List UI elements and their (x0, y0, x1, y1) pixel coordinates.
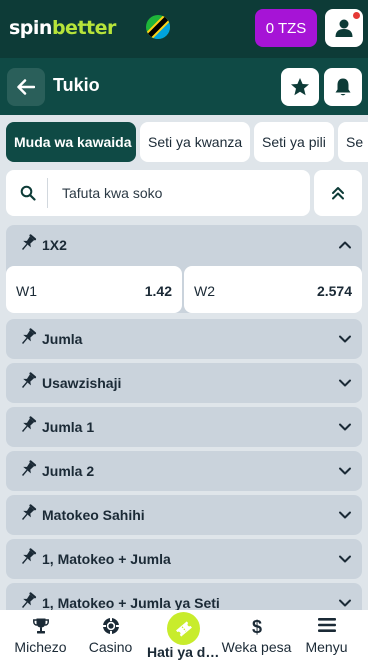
markets-list: 1X2 W1 1.42 W2 2.574 Jumla Usawzishaji J… (6, 225, 362, 610)
pin-icon[interactable] (18, 503, 38, 523)
pin-icon[interactable] (18, 233, 38, 253)
collapse-all-button[interactable] (314, 170, 362, 216)
chevron-down-icon (339, 423, 351, 431)
odd-button-w2[interactable]: W2 2.574 (184, 266, 362, 313)
market-header[interactable]: 1X2 (6, 225, 362, 265)
nav-hati-ya-dau[interactable]: Hati ya dau (147, 610, 220, 660)
search-input[interactable] (62, 182, 302, 204)
chevron-up-icon (339, 241, 351, 249)
notification-dot (353, 12, 360, 19)
nav-label: Menyu (305, 639, 348, 655)
ticket-icon (175, 620, 192, 637)
user-icon (335, 19, 353, 37)
nav-menyu[interactable]: Menyu (290, 610, 363, 660)
market-name: Usawzishaji (42, 375, 122, 391)
tab-regular-time[interactable]: Muda wa kawaida (6, 122, 136, 162)
dollar-icon: $ (251, 617, 261, 637)
tab-first-set[interactable]: Seti ya kwanza (140, 122, 250, 162)
svg-text:$: $ (251, 617, 261, 637)
bottom-nav: Michezo Casino Hati ya dau $ Weka pesa M… (0, 610, 368, 660)
nav-label: Weka pesa (221, 639, 292, 655)
market-name: Jumla 1 (42, 419, 95, 435)
tab-third-set[interactable]: Se (338, 122, 368, 162)
star-icon (291, 78, 309, 96)
market-result-total-sets[interactable]: 1, Matokeo + Jumla ya Seti (6, 583, 362, 610)
market-name: Jumla 2 (42, 463, 95, 479)
search-icon (20, 185, 36, 201)
odd-label: W2 (194, 283, 215, 299)
market-1x2: 1X2 W1 1.42 W2 2.574 (6, 225, 362, 313)
spinbetter-logo[interactable]: spinbetter (9, 17, 116, 39)
trophy-icon (32, 618, 49, 634)
market-jumla[interactable]: Jumla (6, 319, 362, 359)
top-bar: spinbetter 0 TZS (0, 0, 368, 58)
pin-icon[interactable] (18, 547, 38, 567)
double-chevron-up-icon (332, 187, 344, 200)
nav-label: Casino (88, 639, 133, 655)
chevron-down-icon (339, 467, 351, 475)
market-name: Matokeo Sahihi (42, 507, 145, 523)
odd-value: 2.574 (316, 283, 352, 299)
market-search (6, 170, 310, 216)
market-jumla-1[interactable]: Jumla 1 (6, 407, 362, 447)
pin-icon[interactable] (18, 415, 38, 435)
chevron-down-icon (339, 379, 351, 387)
market-usawzishaji[interactable]: Usawzishaji (6, 363, 362, 403)
pin-icon[interactable] (18, 591, 38, 610)
nav-michezo[interactable]: Michezo (4, 610, 77, 660)
arrow-left-icon (17, 79, 35, 95)
back-button[interactable] (7, 68, 45, 106)
market-jumla-2[interactable]: Jumla 2 (6, 451, 362, 491)
chevron-down-icon (339, 335, 351, 343)
odd-value: 1.42 (144, 283, 172, 299)
market-matokeo-sahihi[interactable]: Matokeo Sahihi (6, 495, 362, 535)
odd-label: W1 (16, 283, 37, 299)
pin-icon[interactable] (18, 459, 38, 479)
pin-icon[interactable] (18, 327, 38, 347)
search-divider (47, 178, 48, 208)
nav-label: Michezo (14, 639, 67, 655)
logo-better-text: better (51, 17, 116, 39)
menu-icon (317, 618, 336, 632)
nav-casino[interactable]: Casino (74, 610, 147, 660)
nav-weka-pesa[interactable]: $ Weka pesa (220, 610, 293, 660)
pin-icon[interactable] (18, 371, 38, 391)
bet-slip-badge (167, 612, 200, 645)
favorite-button[interactable] (281, 68, 319, 106)
chevron-down-icon (339, 599, 351, 607)
market-name: 1X2 (42, 237, 67, 253)
page-title: Tukio (53, 75, 100, 95)
market-name: 1, Matokeo + Jumla ya Seti (42, 595, 220, 610)
event-header: Tukio (0, 58, 368, 115)
logo-spin-text: spin (9, 17, 52, 39)
period-tabs: Muda wa kawaida Seti ya kwanza Seti ya p… (6, 122, 368, 162)
balance-button[interactable]: 0 TZS (255, 9, 317, 47)
odd-button-w1[interactable]: W1 1.42 (6, 266, 182, 313)
market-name: 1, Matokeo + Jumla (42, 551, 171, 567)
tab-second-set[interactable]: Seti ya pili (254, 122, 334, 162)
profile-button[interactable] (325, 9, 363, 47)
market-result-total[interactable]: 1, Matokeo + Jumla (6, 539, 362, 579)
chevron-down-icon (339, 555, 351, 563)
bell-icon (335, 78, 351, 96)
poker-chip-icon (102, 618, 119, 634)
chevron-down-icon (339, 511, 351, 519)
nav-label: Hati ya dau (147, 644, 220, 660)
market-name: Jumla (42, 331, 83, 347)
tanzania-flag-icon[interactable] (146, 15, 170, 39)
notifications-button[interactable] (324, 68, 362, 106)
